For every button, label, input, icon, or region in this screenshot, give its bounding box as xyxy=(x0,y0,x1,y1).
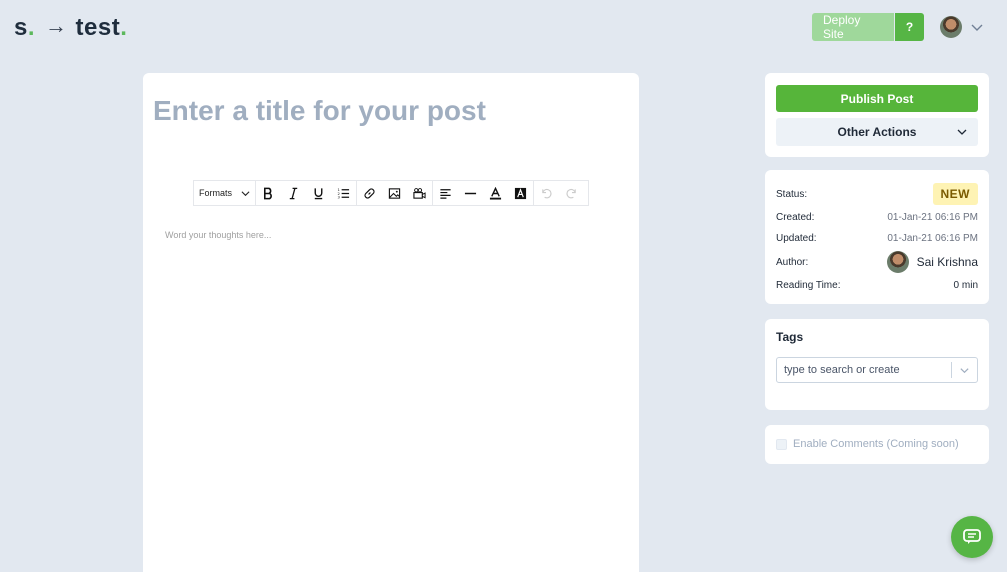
toolbar-group-format xyxy=(433,181,534,205)
chat-button[interactable] xyxy=(951,516,993,558)
align-left-icon xyxy=(440,188,451,199)
logo-s: s xyxy=(14,14,28,41)
author-label: Author: xyxy=(776,256,809,268)
comments-card: Enable Comments (Coming soon) xyxy=(765,425,989,464)
editor-toolbar: Formats 123 xyxy=(193,180,589,206)
reading-time-label: Reading Time: xyxy=(776,280,841,291)
updated-value: 01-Jan-21 06:16 PM xyxy=(887,233,978,244)
italic-button[interactable] xyxy=(281,181,306,205)
editor-card: Enter a title for your post Formats 123 xyxy=(143,73,639,572)
redo-button[interactable] xyxy=(559,181,584,205)
horizontal-rule-icon xyxy=(464,192,477,194)
chevron-down-icon xyxy=(241,190,250,196)
help-button[interactable]: ? xyxy=(895,13,924,41)
list-icon: 123 xyxy=(337,188,350,199)
reading-time-row: Reading Time: 0 min xyxy=(776,280,978,291)
toolbar-group-text: 123 xyxy=(256,181,357,205)
updated-label: Updated: xyxy=(776,233,817,244)
align-left-button[interactable] xyxy=(433,181,458,205)
svg-text:3: 3 xyxy=(337,195,340,199)
list-button[interactable]: 123 xyxy=(331,181,356,205)
divider xyxy=(951,362,952,378)
chevron-down-icon[interactable] xyxy=(959,365,970,376)
deploy-group: Deploy Site ? xyxy=(812,13,924,41)
status-row: Status: NEW xyxy=(776,183,978,205)
image-button[interactable] xyxy=(382,181,407,205)
logo-dot: . xyxy=(27,14,36,41)
logo-arrow: → xyxy=(45,13,68,38)
logo[interactable]: s. → test. xyxy=(14,13,128,42)
text-color-button[interactable] xyxy=(483,181,508,205)
other-actions-dropdown[interactable]: Other Actions xyxy=(776,118,978,146)
chat-icon xyxy=(963,529,981,544)
background-color-icon xyxy=(514,187,527,199)
status-badge: NEW xyxy=(932,183,978,205)
tags-placeholder: type to search or create xyxy=(784,364,900,376)
editor-body[interactable]: Word your thoughts here... xyxy=(165,230,271,240)
toolbar-group-media xyxy=(357,181,433,205)
bold-button[interactable] xyxy=(256,181,281,205)
bold-icon xyxy=(263,187,272,199)
chevron-down-icon xyxy=(957,129,967,135)
status-label: Status: xyxy=(776,188,808,200)
reading-time-value: 0 min xyxy=(953,280,978,291)
enable-comments: Enable Comments (Coming soon) xyxy=(776,438,959,450)
created-row: Created: 01-Jan-21 06:16 PM xyxy=(776,212,978,223)
video-button[interactable] xyxy=(407,181,432,205)
author: Sai Krishna xyxy=(886,251,978,273)
author-avatar xyxy=(886,251,909,273)
formats-dropdown[interactable]: Formats xyxy=(194,181,256,205)
tags-input[interactable]: type to search or create xyxy=(776,357,978,383)
tags-title: Tags xyxy=(776,330,804,344)
formats-label: Formats xyxy=(199,188,233,198)
created-label: Created: xyxy=(776,212,815,223)
author-row: Author: Sai Krishna xyxy=(776,251,978,273)
publish-post-button[interactable]: Publish Post xyxy=(776,85,978,112)
other-actions-label: Other Actions xyxy=(837,125,917,139)
redo-icon xyxy=(566,188,576,198)
enable-comments-label: Enable Comments (Coming soon) xyxy=(793,438,959,450)
toolbar-group-history xyxy=(534,181,584,205)
site-name-dot: . xyxy=(120,14,128,41)
undo-button[interactable] xyxy=(534,181,559,205)
horizontal-rule-button[interactable] xyxy=(458,181,483,205)
user-menu[interactable] xyxy=(940,16,984,38)
text-color-icon xyxy=(489,186,502,200)
underline-button[interactable] xyxy=(306,181,331,205)
background-color-button[interactable] xyxy=(508,181,533,205)
image-icon xyxy=(388,187,401,199)
site-name: test xyxy=(75,14,121,41)
deploy-site-button[interactable]: Deploy Site xyxy=(812,13,894,41)
author-name: Sai Krishna xyxy=(916,255,978,269)
tags-card: Tags type to search or create xyxy=(765,319,989,410)
created-value: 01-Jan-21 06:16 PM xyxy=(887,212,978,223)
chevron-down-icon[interactable] xyxy=(970,20,984,34)
actions-card: Publish Post Other Actions xyxy=(765,73,989,157)
video-icon xyxy=(413,187,426,199)
undo-icon xyxy=(542,188,552,198)
updated-row: Updated: 01-Jan-21 06:16 PM xyxy=(776,233,978,244)
italic-icon xyxy=(289,187,298,199)
underline-icon xyxy=(314,187,323,199)
post-title-input[interactable]: Enter a title for your post xyxy=(153,95,486,127)
post-meta-card: Status: NEW Created: 01-Jan-21 06:16 PM … xyxy=(765,170,989,304)
link-icon xyxy=(364,187,375,199)
avatar[interactable] xyxy=(940,16,962,38)
link-button[interactable] xyxy=(357,181,382,205)
enable-comments-checkbox[interactable] xyxy=(776,438,787,450)
